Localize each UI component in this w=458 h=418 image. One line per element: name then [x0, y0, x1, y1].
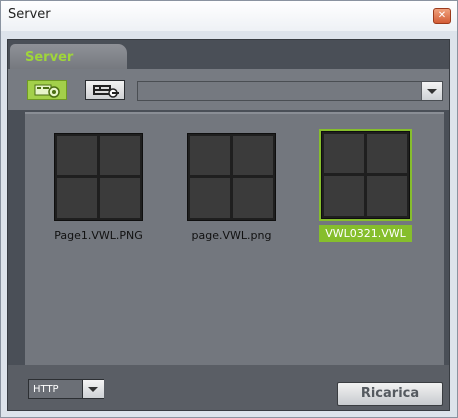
- camera-view-button[interactable]: [27, 80, 67, 100]
- reload-button[interactable]: Ricarica: [337, 382, 443, 406]
- protocol-value: HTTP: [33, 384, 59, 395]
- file-thumbnail: [185, 131, 278, 223]
- file-thumbnail: [319, 129, 412, 221]
- film-projector-button[interactable]: [85, 80, 125, 100]
- file-list: Page1.VWL.PNG page.VWL.png VWL0321.VWL: [25, 112, 444, 367]
- file-name: page.VWL.png: [191, 229, 272, 242]
- file-name: VWL0321.VWL: [319, 225, 412, 242]
- path-combo[interactable]: [137, 81, 443, 101]
- close-icon: ✕: [437, 10, 447, 21]
- camera-view-icon: [34, 84, 60, 98]
- chevron-down-icon[interactable]: [82, 380, 104, 398]
- file-name: Page1.VWL.PNG: [54, 229, 143, 242]
- film-projector-icon: [93, 85, 119, 98]
- file-thumbnail: [52, 131, 145, 223]
- close-button[interactable]: ✕: [433, 8, 451, 24]
- chevron-down-icon[interactable]: [421, 82, 442, 100]
- window-title: Server: [8, 7, 51, 22]
- tab-server-label: Server: [25, 50, 74, 65]
- title-bar[interactable]: Server ✕: [1, 1, 457, 31]
